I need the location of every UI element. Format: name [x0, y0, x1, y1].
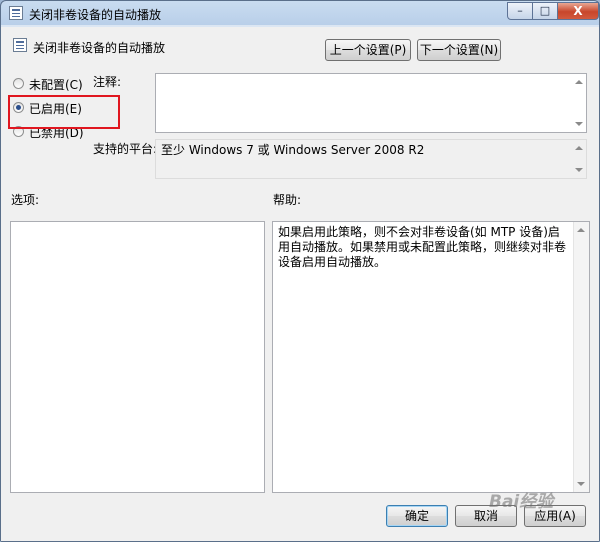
policy-setting-icon [9, 6, 23, 20]
dialog-client-area: 关闭非卷设备的自动播放 上一个设置(P) 下一个设置(N) 未配置(C) 已启用… [1, 27, 599, 541]
ok-button[interactable]: 确定 [386, 505, 448, 527]
scroll-up-icon[interactable] [575, 146, 583, 150]
options-label: 选项: [11, 193, 40, 207]
help-text: 如果启用此策略，则不会对非卷设备(如 MTP 设备)启用自动播放。如果禁用或未配… [278, 225, 567, 269]
comment-label: 注释: [93, 75, 122, 89]
watermark: Bai经验 [489, 492, 554, 512]
radio-button[interactable] [13, 78, 24, 89]
platform-scrollbar[interactable] [572, 140, 586, 178]
supported-platform-value: 至少 Windows 7 或 Windows Server 2008 R2 [161, 143, 425, 157]
setting-name: 关闭非卷设备的自动播放 [33, 41, 166, 55]
options-pane [10, 221, 265, 493]
title-bar[interactable]: 关闭非卷设备的自动播放 – □ X [1, 1, 599, 27]
help-scrollbar[interactable] [573, 222, 589, 492]
next-setting-button[interactable]: 下一个设置(N) [417, 39, 501, 61]
previous-setting-button[interactable]: 上一个设置(P) [325, 39, 411, 61]
radio-label: 未配置(C) [29, 78, 83, 92]
scroll-up-icon[interactable] [577, 228, 585, 232]
maximize-button[interactable]: □ [532, 2, 558, 20]
comment-textbox[interactable] [155, 73, 587, 133]
scroll-down-icon[interactable] [575, 168, 583, 172]
policy-setting-icon [13, 38, 27, 52]
scroll-down-icon[interactable] [577, 482, 585, 486]
supported-platform-label: 支持的平台: [93, 142, 158, 156]
enabled-highlight-box [8, 95, 120, 129]
close-button[interactable]: X [557, 2, 599, 20]
scroll-down-icon[interactable] [575, 122, 583, 126]
help-label: 帮助: [273, 193, 302, 207]
comment-scrollbar[interactable] [572, 74, 586, 132]
minimize-button[interactable]: – [507, 2, 533, 20]
supported-platform-box: 至少 Windows 7 或 Windows Server 2008 R2 [155, 139, 587, 179]
scroll-up-icon[interactable] [575, 80, 583, 84]
policy-dialog-window: 关闭非卷设备的自动播放 – □ X 关闭非卷设备的自动播放 上一个设置(P) 下… [0, 0, 600, 542]
help-pane: 如果启用此策略，则不会对非卷设备(如 MTP 设备)启用自动播放。如果禁用或未配… [272, 221, 590, 493]
window-title: 关闭非卷设备的自动播放 [29, 8, 162, 22]
